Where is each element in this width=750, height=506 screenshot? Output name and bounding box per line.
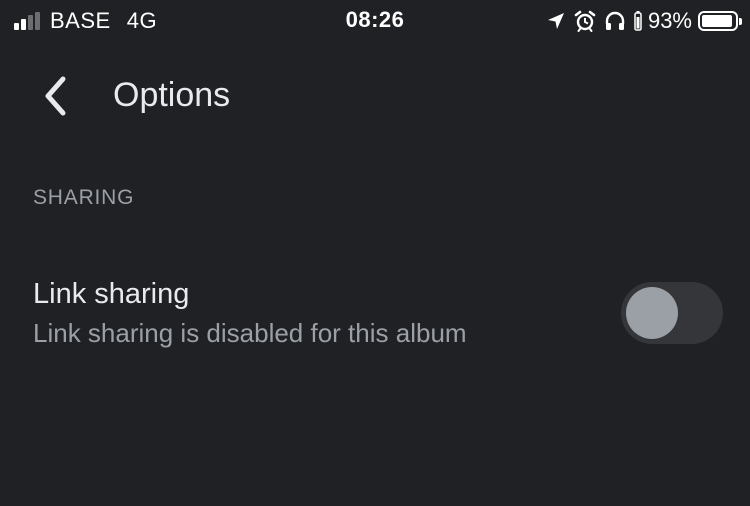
alarm-clock-icon — [574, 10, 596, 32]
headphones-icon — [604, 10, 626, 32]
battery-level-fill — [702, 15, 732, 27]
chevron-left-icon — [45, 76, 66, 116]
toggle-knob — [626, 287, 678, 339]
page-title: Options — [113, 76, 231, 114]
location-arrow-icon — [546, 11, 566, 31]
setting-row-link-sharing[interactable]: Link sharing Link sharing is disabled fo… — [0, 268, 750, 360]
link-sharing-toggle[interactable] — [621, 282, 723, 344]
status-bar: BASE 4G 08:26 93% — [0, 0, 750, 42]
app-bar: Options — [0, 60, 750, 132]
headphones-battery-icon — [634, 11, 642, 31]
section-header-sharing: SHARING — [33, 186, 135, 209]
setting-description: Link sharing is disabled for this album — [33, 318, 467, 348]
back-button[interactable] — [32, 72, 80, 120]
battery-percentage: 93% — [647, 8, 692, 33]
battery-icon — [698, 11, 742, 31]
setting-title: Link sharing — [33, 278, 190, 310]
status-bar-right: 93% — [538, 8, 742, 34]
